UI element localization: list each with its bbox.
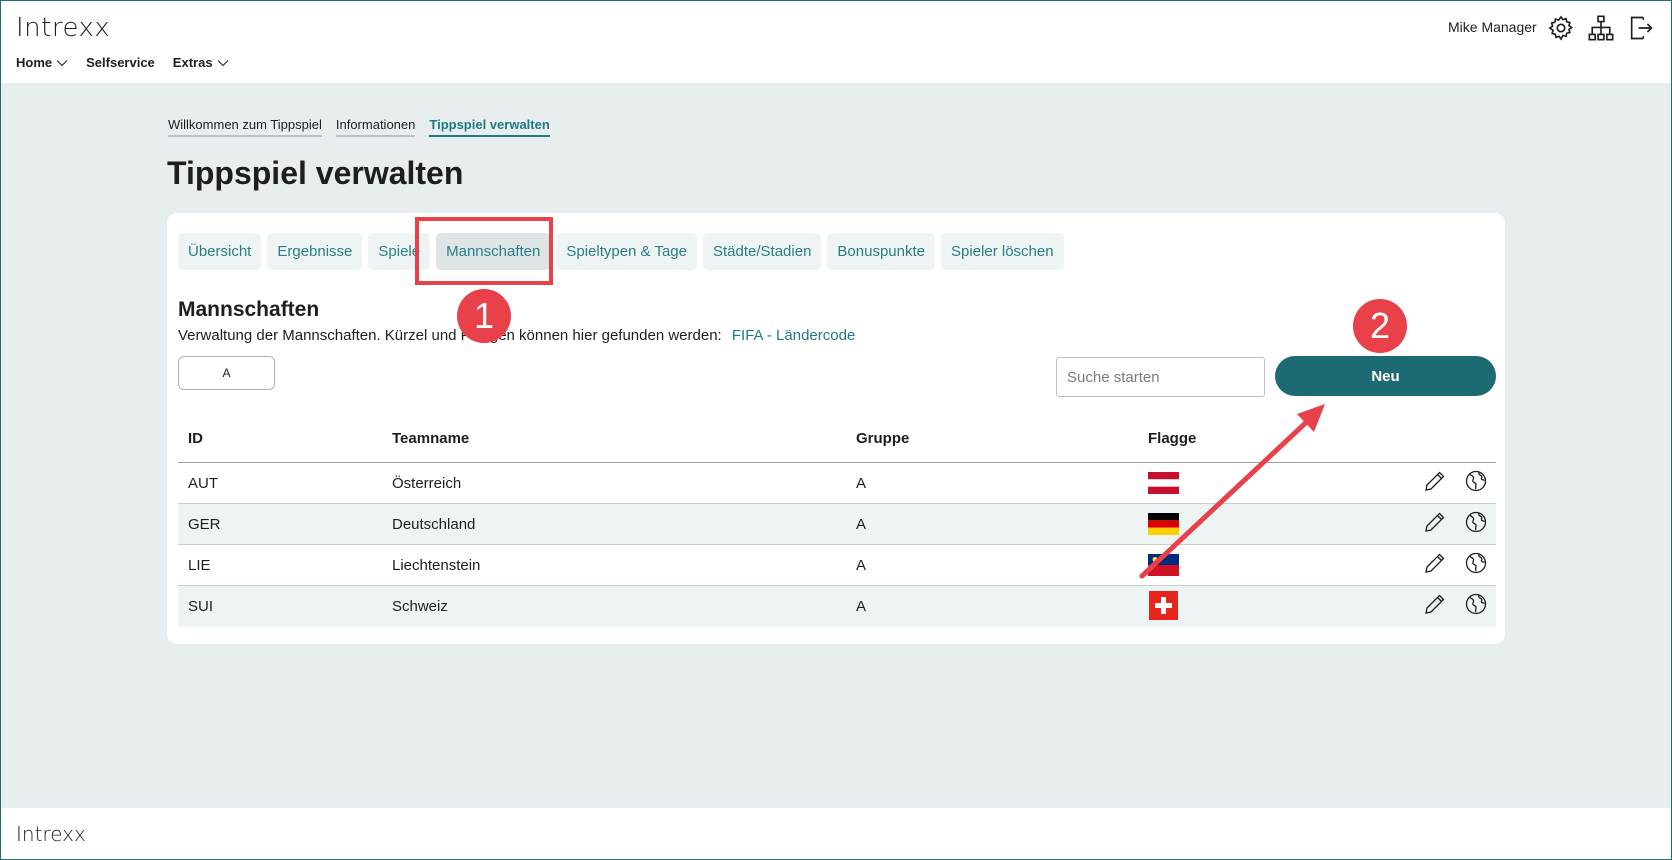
- globe-icon[interactable]: [1464, 469, 1488, 493]
- row-actions: [1423, 469, 1488, 493]
- table-header: ID Teamname Gruppe Flagge: [178, 413, 1496, 463]
- table-row[interactable]: LIE Liechtenstein A: [178, 545, 1496, 586]
- nav-item-label: Selfservice: [86, 55, 155, 70]
- globe-icon[interactable]: [1464, 510, 1488, 534]
- column-header-gruppe[interactable]: Gruppe: [856, 430, 909, 447]
- tab-uebersicht[interactable]: Übersicht: [178, 233, 262, 270]
- pencil-icon[interactable]: [1423, 510, 1447, 534]
- page-title: Tippspiel verwalten: [167, 155, 464, 191]
- app-footer: Intrexx: [0, 808, 1672, 860]
- pencil-icon[interactable]: [1423, 551, 1447, 575]
- row-actions: [1423, 592, 1488, 616]
- column-header-teamname[interactable]: Teamname: [392, 430, 469, 447]
- pencil-icon[interactable]: [1423, 592, 1447, 616]
- cell-gruppe: A: [856, 556, 867, 574]
- column-header-flagge[interactable]: Flagge: [1148, 430, 1196, 447]
- tab-ergebnisse[interactable]: Ergebnisse: [267, 233, 363, 270]
- nav-item-label: Home: [16, 55, 53, 70]
- main-nav: Home Selfservice Extras: [16, 55, 229, 70]
- nav-item-home[interactable]: Home: [16, 55, 68, 70]
- description-text: Verwaltung der Mannschaften. Kürzel und …: [178, 327, 722, 344]
- table-row[interactable]: AUT Österreich A: [178, 463, 1496, 504]
- column-header-id[interactable]: ID: [188, 430, 203, 447]
- chevron-down-icon: [56, 60, 68, 67]
- chevron-down-icon: [217, 60, 228, 67]
- table-row[interactable]: SUI Schweiz A: [178, 586, 1496, 627]
- cell-teamname: Liechtenstein: [392, 556, 481, 574]
- cell-gruppe: A: [856, 598, 867, 615]
- tab-staedte-stadien[interactable]: Städte/Stadien: [703, 233, 822, 270]
- main-content: Willkommen zum Tippspiel Informationen T…: [0, 83, 1672, 808]
- cell-id: LIE: [188, 556, 211, 574]
- cell-id: GER: [188, 515, 221, 533]
- cell-teamname: Schweiz: [392, 598, 448, 615]
- annotation-badge-2: 2: [1353, 299, 1407, 353]
- breadcrumb: Willkommen zum Tippspiel Informationen T…: [168, 117, 550, 137]
- tab-spieler-loeschen[interactable]: Spieler löschen: [941, 233, 1064, 270]
- nav-item-selfservice[interactable]: Selfservice: [86, 55, 155, 70]
- footer-logo: Intrexx: [16, 822, 86, 846]
- tab-spieltypen-tage[interactable]: Spieltypen & Tage: [556, 233, 697, 270]
- table-body: AUT Österreich A GER Deutschland A LIE L…: [178, 463, 1496, 627]
- pencil-icon[interactable]: [1423, 469, 1447, 493]
- globe-icon[interactable]: [1464, 592, 1488, 616]
- row-actions: [1423, 551, 1488, 575]
- row-actions: [1423, 510, 1488, 534]
- cell-gruppe: A: [856, 474, 867, 492]
- section-title: Mannschaften: [178, 298, 320, 321]
- flag-austria-icon: [1148, 472, 1179, 494]
- globe-icon[interactable]: [1464, 551, 1488, 575]
- tab-bar: Übersicht Ergebnisse Spiele Mannschaften…: [178, 233, 1064, 270]
- search-input[interactable]: [1056, 357, 1265, 397]
- flag-switzerland-icon: [1149, 590, 1178, 620]
- flag-liechtenstein-icon: [1148, 554, 1179, 576]
- table-row[interactable]: GER Deutschland A: [178, 504, 1496, 545]
- content-card: Übersicht Ergebnisse Spiele Mannschaften…: [167, 213, 1505, 644]
- fifa-country-code-link[interactable]: FIFA - Ländercode: [732, 327, 855, 344]
- logout-icon[interactable]: [1627, 14, 1655, 42]
- nav-item-label: Extras: [172, 55, 213, 70]
- tab-mannschaften[interactable]: Mannschaften: [436, 233, 551, 270]
- tab-spiele[interactable]: Spiele: [368, 233, 431, 270]
- annotation-badge-1: 1: [457, 289, 511, 343]
- user-name[interactable]: Mike Manager: [1448, 19, 1537, 35]
- cell-gruppe: A: [856, 515, 867, 533]
- tab-bonuspunkte[interactable]: Bonuspunkte: [827, 233, 935, 270]
- intrexx-logo[interactable]: Intrexx: [16, 13, 110, 43]
- gear-icon[interactable]: [1547, 14, 1575, 42]
- flag-germany-icon: [1148, 513, 1179, 535]
- breadcrumb-informationen[interactable]: Informationen: [335, 117, 416, 137]
- section-description: Verwaltung der Mannschaften. Kürzel und …: [178, 327, 855, 344]
- breadcrumb-tippspiel-verwalten[interactable]: Tippspiel verwalten: [429, 117, 550, 137]
- new-button[interactable]: Neu: [1275, 356, 1496, 396]
- app-header: Intrexx Mike Manager Home Selfservice Ex…: [0, 0, 1672, 83]
- breadcrumb-welcome[interactable]: Willkommen zum Tippspiel: [168, 117, 322, 137]
- sitemap-icon[interactable]: [1587, 14, 1615, 42]
- cell-teamname: Österreich: [392, 474, 462, 492]
- group-filter-button[interactable]: A: [178, 356, 275, 390]
- cell-id: AUT: [188, 474, 218, 492]
- cell-teamname: Deutschland: [392, 515, 476, 533]
- nav-item-extras[interactable]: Extras: [173, 55, 229, 70]
- cell-id: SUI: [188, 598, 214, 615]
- teams-table: ID Teamname Gruppe Flagge AUT Österreich…: [178, 413, 1496, 627]
